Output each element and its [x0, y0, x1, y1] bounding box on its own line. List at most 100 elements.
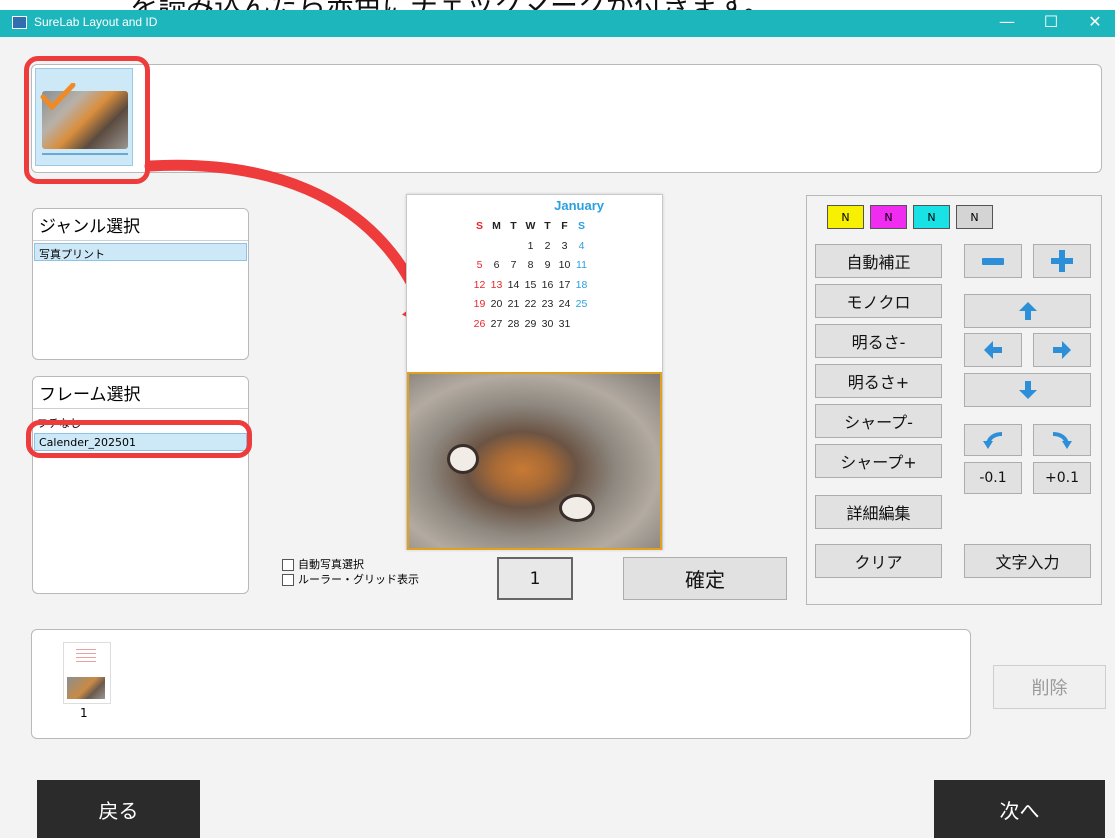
calendar-day: 22 — [524, 298, 537, 310]
page-thumb-calendar — [76, 647, 96, 665]
page-number: 1 — [80, 706, 88, 720]
calendar-weekday: T — [510, 220, 517, 232]
confirm-button[interactable]: 確定 — [623, 557, 787, 600]
calendar-day: 20 — [490, 298, 503, 310]
calendar-day: 19 — [473, 298, 486, 310]
auto-photo-checkbox[interactable]: 自動写真選択 — [282, 556, 364, 572]
move-up-button[interactable] — [964, 294, 1091, 328]
calendar-day: 6 — [493, 259, 500, 271]
color-channel-row: NNNN — [827, 205, 993, 229]
move-down-button[interactable] — [964, 373, 1091, 407]
arrow-up-icon — [1018, 302, 1037, 320]
paw-shape — [559, 494, 595, 522]
auto-photo-label: 自動写真選択 — [298, 558, 364, 571]
calendar-weekday: W — [525, 220, 536, 232]
ruler-grid-checkbox[interactable]: ルーラー・グリッド表示 — [282, 571, 419, 587]
rotate-right-button[interactable] — [1033, 424, 1091, 456]
calendar-day: 10 — [558, 259, 571, 271]
zoom-in-button[interactable] — [1033, 244, 1091, 278]
calendar-month: January — [554, 198, 604, 213]
copies-field[interactable]: 1 — [497, 557, 573, 600]
rotate-right-icon — [1052, 432, 1072, 449]
maximize-button[interactable]: ☐ — [1034, 12, 1068, 31]
calendar-day: 17 — [558, 278, 571, 291]
brightness-plus-button[interactable]: 明るさ+ — [815, 364, 942, 398]
top-caption: を読み込んだら赤色にチェックマークが付きます。 — [130, 0, 771, 10]
calendar-day: 24 — [558, 298, 571, 310]
top-caption-strip: を読み込んだら赤色にチェックマークが付きます。 — [0, 0, 1115, 10]
preview-photo — [407, 372, 662, 550]
calendar-week-row: 1234 — [471, 237, 590, 257]
rotate-minus-button[interactable]: -0.1 — [964, 462, 1022, 494]
calendar-day: 28 — [507, 317, 520, 330]
calendar-week-row: 5 6 7 8 9 10 11 — [471, 256, 590, 276]
color-channel-button[interactable]: N — [827, 205, 864, 229]
calendar-day: 30 — [541, 317, 554, 330]
color-channel-button[interactable]: N — [913, 205, 950, 229]
ruler-grid-label: ルーラー・グリッド表示 — [298, 573, 419, 586]
calendar-grid: S M T W T F S 1 2 3 4 5 6 7 8 9 10 11 12 13 14 15 16 17 18 19 20 21… — [471, 217, 590, 334]
minimize-button[interactable]: — — [990, 12, 1024, 31]
text-input-button[interactable]: 文字入力 — [964, 544, 1091, 578]
calendar-weekday: T — [544, 220, 551, 232]
next-button[interactable]: 次へ — [934, 780, 1105, 838]
delete-button[interactable]: 削除 — [993, 665, 1106, 709]
title-bar: SureLab Layout and ID — ☐ ✕ — [0, 10, 1115, 37]
rotate-plus-button[interactable]: +0.1 — [1033, 462, 1091, 494]
calendar-day: 23 — [541, 298, 554, 310]
calendar-day: 12 — [473, 278, 486, 291]
plus-icon — [1051, 250, 1073, 272]
sharpness-plus-button[interactable]: シャープ+ — [815, 444, 942, 478]
calendar-day: 2 — [544, 239, 551, 252]
rotate-left-icon — [983, 432, 1003, 449]
calendar-weekday: S — [577, 220, 585, 232]
monochrome-button[interactable]: モノクロ — [815, 284, 942, 318]
annotation-highlight — [26, 420, 252, 458]
detail-edit-button[interactable]: 詳細編集 — [815, 495, 942, 529]
clear-button[interactable]: クリア — [815, 544, 942, 578]
arrow-left-icon — [984, 341, 1002, 359]
close-button[interactable]: ✕ — [1078, 12, 1112, 31]
move-right-button[interactable] — [1033, 333, 1091, 367]
calendar-day: 3 — [561, 239, 568, 252]
calendar-day: 31 — [558, 317, 571, 330]
color-channel-button[interactable]: N — [956, 205, 993, 229]
genre-header: ジャンル選択 — [33, 209, 248, 241]
brightness-minus-button[interactable]: 明るさ- — [815, 324, 942, 358]
calendar-weekday: M — [492, 220, 501, 232]
paw-shape — [447, 444, 479, 474]
zoom-out-button[interactable] — [964, 244, 1022, 278]
calendar-day: 27 — [490, 317, 503, 330]
calendar-day: 14 — [507, 278, 520, 291]
calendar-week-row: 19 20 21 22 23 24 25 — [471, 295, 590, 315]
move-left-button[interactable] — [964, 333, 1022, 367]
calendar-day: 11 — [576, 259, 587, 271]
color-channel-button[interactable]: N — [870, 205, 907, 229]
edit-panel: NNNN 自動補正 モノクロ 明るさ- 明るさ+ シャープ- シャープ+ 詳細編… — [806, 195, 1102, 605]
calendar-day: 7 — [510, 259, 517, 271]
arrow-right-icon — [1053, 341, 1071, 359]
genre-panel: ジャンル選択 写真プリント — [32, 208, 249, 360]
calendar-day: 8 — [527, 259, 534, 271]
calendar-day: 21 — [507, 298, 520, 310]
sharpness-minus-button[interactable]: シャープ- — [815, 404, 942, 438]
genre-item-photo-print[interactable]: 写真プリント — [34, 243, 247, 261]
minus-icon — [982, 257, 1004, 265]
rotate-left-button[interactable] — [964, 424, 1022, 456]
calendar-day: 25 — [575, 298, 588, 310]
calendar-day: 16 — [541, 278, 554, 291]
calendar-day: 1 — [527, 239, 534, 252]
calendar-day: 9 — [544, 259, 551, 271]
page-strip-panel: 1 — [31, 629, 971, 739]
calendar-day: 29 — [524, 317, 537, 330]
calendar-day: 4 — [578, 239, 585, 252]
calendar-day: 13 — [490, 278, 503, 291]
page-thumb-photo — [67, 677, 105, 699]
page-thumb[interactable] — [63, 642, 111, 704]
calendar-day: 26 — [473, 317, 486, 330]
calendar-week-row: 26 27 28 29 30 31 — [471, 315, 590, 335]
layout-preview[interactable]: January S M T W T F S 1 2 3 4 5 6 7 8 9 10 11 12 13 14 15 16 17… — [406, 194, 663, 550]
back-button[interactable]: 戻る — [37, 780, 200, 838]
calendar-day: 5 — [476, 259, 483, 271]
auto-correct-button[interactable]: 自動補正 — [815, 244, 942, 278]
